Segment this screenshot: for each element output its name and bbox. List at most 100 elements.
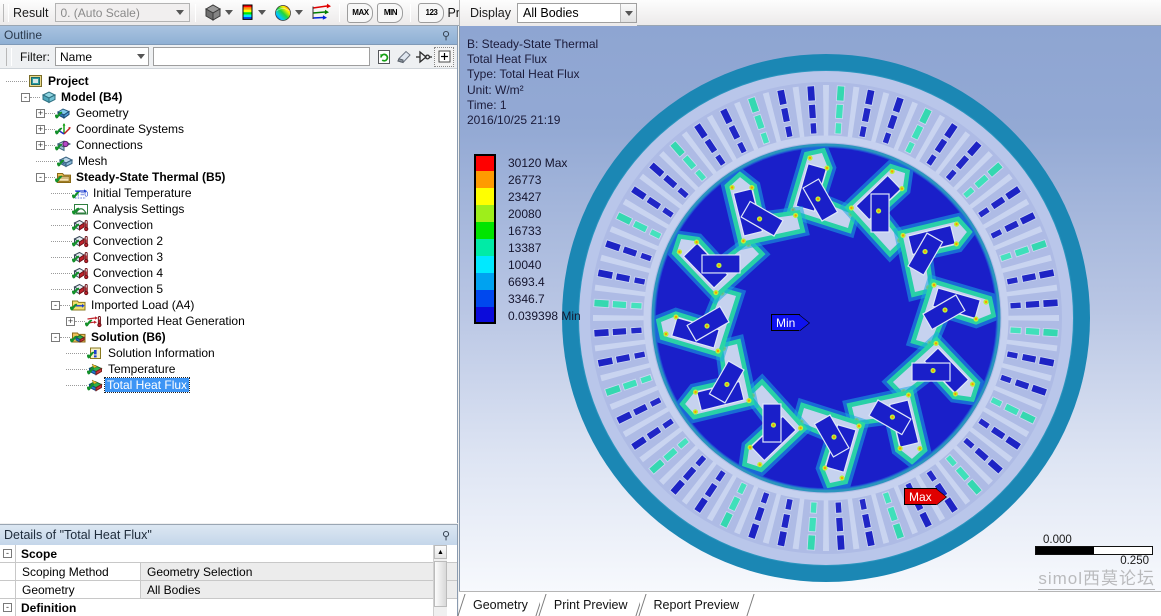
details-row[interactable]: - Definition: [0, 599, 457, 616]
refresh-button[interactable]: [374, 47, 394, 67]
probe-123-icon: 123: [418, 2, 445, 23]
contour-bands-button[interactable]: [238, 2, 271, 24]
toolbar-separator: [195, 3, 197, 22]
filter-grip[interactable]: [6, 47, 12, 66]
pin-icon[interactable]: ⚲: [442, 29, 453, 42]
color-sphere-button[interactable]: [271, 2, 308, 24]
toolbar-grip[interactable]: [3, 3, 9, 22]
tree-item-label: Convection 5: [93, 282, 164, 296]
min-annotation-button[interactable]: MIN: [375, 2, 405, 24]
tree-item-geometry[interactable]: + ✔ Geometry: [0, 105, 457, 121]
geometry-display-button[interactable]: [201, 2, 238, 24]
scrollbar-thumb[interactable]: [434, 561, 447, 607]
expand-node-icon[interactable]: +: [36, 140, 45, 150]
tree-item-analysis-settings[interactable]: ✔ Analysis Settings: [0, 201, 457, 217]
filter-type-combo[interactable]: Name: [55, 47, 149, 66]
folder-env-icon: ✔: [54, 170, 73, 185]
max-probe-icon: MAX: [347, 2, 374, 23]
tree-item-temperature[interactable]: ✔ Temperature: [0, 361, 457, 377]
result-info-line: Time: 1: [467, 97, 507, 112]
vector-display-button[interactable]: [308, 2, 334, 24]
tree-item-project[interactable]: Project: [0, 73, 457, 89]
viewport-tab-bar[interactable]: Geometry Print Preview Report Preview: [457, 591, 1161, 616]
tree-item-imported-load-a4[interactable]: - ✔ Imported Load (A4): [0, 297, 457, 313]
collapse-section-icon[interactable]: -: [3, 603, 12, 612]
convection-icon: ✔: [71, 250, 90, 265]
scroll-up-arrow-icon[interactable]: ▲: [434, 545, 447, 559]
chevron-down-icon[interactable]: [620, 4, 636, 22]
collapse-node-icon[interactable]: -: [51, 300, 60, 310]
min-annotation-tag[interactable]: Min: [771, 314, 810, 331]
status-check-icon: ✔: [54, 125, 64, 138]
tree-connector: [51, 224, 72, 226]
tab-report-preview[interactable]: Report Preview: [637, 594, 755, 616]
tab-print-preview[interactable]: Print Preview: [538, 594, 644, 616]
legend-value-label: 23427: [508, 189, 542, 204]
tree-item-label: Imported Load (A4): [91, 298, 195, 312]
chevron-down-icon: [295, 10, 304, 15]
imported-load-icon: ✔: [69, 298, 88, 314]
details-section-toggle[interactable]: -: [0, 545, 16, 562]
legend-entry: 30120 Max: [474, 154, 581, 171]
pin-icon[interactable]: ⚲: [442, 529, 453, 542]
vector-arrows-icon: [312, 3, 332, 20]
chevron-down-icon: [225, 10, 234, 15]
tree-item-solution-information[interactable]: ✔ Solution Information: [0, 345, 457, 361]
tree-item-convection-2[interactable]: ✔ Convection 2: [0, 233, 457, 249]
expand-all-button[interactable]: [434, 46, 454, 67]
details-property-value[interactable]: Geometry Selection: [141, 563, 457, 580]
details-scrollbar[interactable]: ▲: [433, 545, 447, 616]
collapse-node-icon[interactable]: -: [36, 172, 45, 182]
probe-pin-button[interactable]: [414, 47, 434, 67]
contour-legend[interactable]: 30120 Max 26773 23427 20080 16733 13387 10040 6…: [474, 154, 581, 324]
details-property-value[interactable]: All Bodies: [141, 581, 457, 598]
details-section-toggle[interactable]: -: [0, 599, 16, 616]
collapse-node-icon[interactable]: -: [21, 92, 30, 102]
legend-color-swatch: [474, 273, 496, 290]
tree-item-initial-temperature[interactable]: T=0 ✔ Initial Temperature: [0, 185, 457, 201]
expand-node-icon[interactable]: +: [36, 108, 45, 118]
details-row[interactable]: Geometry All Bodies: [0, 581, 457, 599]
collapse-section-icon[interactable]: -: [3, 549, 12, 558]
refresh-icon: [378, 49, 390, 64]
tree-item-model-b4[interactable]: - Model (B4): [0, 89, 457, 105]
expand-node-icon[interactable]: +: [36, 124, 45, 134]
result-info-line: Type: Total Heat Flux: [467, 67, 580, 82]
collapse-node-icon[interactable]: -: [51, 332, 60, 342]
tree-item-steady-state-thermal-b5[interactable]: - ✔ Steady-State Thermal (B5): [0, 169, 457, 185]
tree-item-mesh[interactable]: ✔ Mesh: [0, 153, 457, 169]
details-grid[interactable]: - Scope Scoping Method Geometry Selection Ge…: [0, 545, 457, 616]
tree-item-imported-heat-generation[interactable]: + ✔ Imported Heat Generation: [0, 313, 457, 329]
graphics-viewport[interactable]: B: Steady-State Thermal Total Heat Flux …: [459, 26, 1161, 591]
scale-factor-combo[interactable]: 0. (Auto Scale): [55, 3, 191, 22]
tree-item-connections[interactable]: + ✔ Connections: [0, 137, 457, 153]
details-row[interactable]: Scoping Method Geometry Selection: [0, 563, 457, 581]
clear-filter-button[interactable]: [394, 47, 414, 67]
tree-item-convection-3[interactable]: ✔ Convection 3: [0, 249, 457, 265]
legend-value-label: 3346.7: [508, 291, 545, 306]
status-check-icon: ✔: [69, 301, 79, 314]
display-bodies-combo[interactable]: All Bodies: [517, 3, 637, 23]
legend-color-swatch: [474, 256, 496, 273]
status-check-icon: ✔: [54, 141, 64, 154]
watermark: simol西莫论坛: [1038, 564, 1155, 590]
tree-connector: [36, 160, 57, 162]
tree-item-solution-b6[interactable]: - ✔ Solution (B6): [0, 329, 457, 345]
details-row-gutter: [0, 581, 16, 598]
max-annotation-button[interactable]: MAX: [345, 2, 375, 24]
expand-node-icon[interactable]: +: [66, 316, 75, 326]
tab-geometry[interactable]: Geometry: [457, 594, 544, 616]
legend-color-swatch: [474, 205, 496, 222]
details-row[interactable]: - Scope: [0, 545, 457, 563]
tree-connector: [51, 208, 72, 210]
outline-tree[interactable]: Project - Model (B4) + ✔ Geometry + ✔ Coordinate…: [0, 69, 457, 393]
tree-item-total-heat-flux[interactable]: ✔ Total Heat Flux: [0, 377, 457, 393]
tree-item-convection-4[interactable]: ✔ Convection 4: [0, 265, 457, 281]
tree-item-convection[interactable]: ✔ Convection: [0, 217, 457, 233]
max-annotation-tag[interactable]: Max: [904, 488, 946, 505]
filter-search-input[interactable]: [153, 47, 370, 66]
tree-item-label: Mesh: [78, 154, 108, 168]
tree-connector: [30, 96, 40, 98]
tree-item-convection-5[interactable]: ✔ Convection 5: [0, 281, 457, 297]
tree-item-coordinate-systems[interactable]: + ✔ Coordinate Systems: [0, 121, 457, 137]
